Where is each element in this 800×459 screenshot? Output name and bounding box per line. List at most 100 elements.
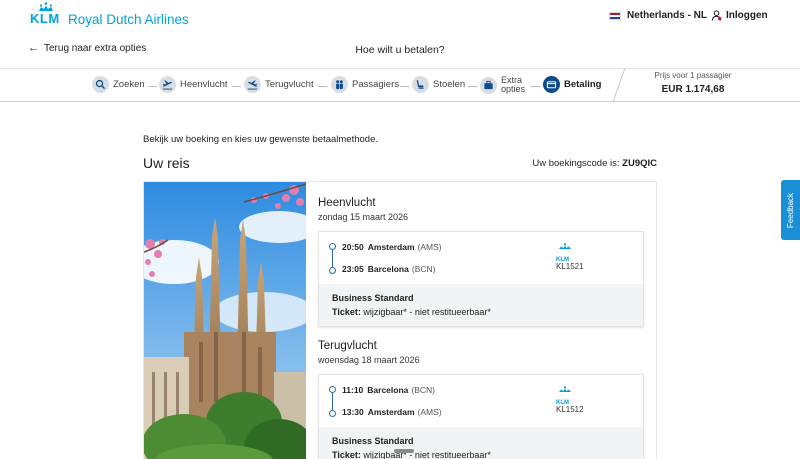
- arrival-leg: 23:05 Barcelona (BCN): [342, 264, 435, 274]
- step-extra-opties[interactable]: Extra opties: [480, 76, 525, 94]
- timeline-dot: [329, 267, 336, 274]
- passengers-icon: [331, 76, 348, 93]
- flight-date: zondag 15 maart 2026: [318, 212, 409, 222]
- flight-timeline: 20:50 Amsterdam (AMS) 23:05 Barcelona (BCN) …: [319, 232, 643, 284]
- arrival-city: Amsterdam: [367, 407, 415, 417]
- return-flight-section: Terugvlucht woensdag 18 maart 2026 11:10…: [318, 340, 644, 459]
- flight-number: KL1512: [556, 405, 584, 414]
- login-button[interactable]: Inloggen: [711, 10, 768, 21]
- flight-details-box[interactable]: 20:50 Amsterdam (AMS) 23:05 Barcelona (BCN) …: [318, 231, 644, 327]
- flight-date: woensdag 18 maart 2026: [318, 355, 420, 365]
- ticket-label: Ticket:: [332, 307, 361, 317]
- flight-section-title: Terugvlucht: [318, 340, 377, 352]
- scroll-handle[interactable]: [394, 449, 414, 453]
- klm-logo-mark: KLM: [28, 2, 64, 28]
- user-icon: [711, 10, 722, 21]
- klm-logo[interactable]: KLM: [28, 2, 64, 28]
- booking-code: Uw boekingscode is: ZU9QIC: [532, 158, 657, 169]
- step-label: Terugvlucht: [265, 79, 314, 90]
- price-summary: Prijs voor 1 passagier EUR 1.174,68: [628, 71, 758, 95]
- departure-code: (BCN): [411, 385, 435, 395]
- flight-timeline: 11:10 Barcelona (BCN) 13:30 Amsterdam (AMS) …: [319, 375, 643, 427]
- trip-title: Uw reis: [143, 155, 190, 171]
- step-separator: [148, 86, 157, 87]
- carrier-logo: KLM: [556, 385, 574, 406]
- ticket-conditions: Ticket: wijzigbaar* - niet restitueerbaa…: [332, 450, 630, 459]
- brand-name: Royal Dutch Airlines: [68, 12, 189, 27]
- ticket-conditions: Ticket: wijzigbaar* - niet restitueerbaa…: [332, 307, 630, 317]
- seat-icon: [412, 76, 429, 93]
- top-header: KLM Royal Dutch Airlines Netherlands - N…: [0, 0, 800, 68]
- arrival-city: Barcelona: [367, 264, 409, 274]
- price-label: Prijs voor 1 passagier: [654, 71, 732, 80]
- step-separator: [468, 86, 477, 87]
- feedback-tab[interactable]: Feedback: [781, 180, 800, 240]
- price-value: EUR 1.174,68: [661, 84, 725, 95]
- fare-info: Business Standard Ticket: wijzigbaar* - …: [319, 284, 643, 326]
- arrival-time: 23:05: [342, 264, 364, 274]
- fare-class: Business Standard: [332, 293, 414, 303]
- timeline-dot: [329, 243, 336, 250]
- step-passagiers[interactable]: Passagiers: [331, 76, 399, 93]
- search-icon: [92, 76, 109, 93]
- klm-logo-text: KLM: [30, 11, 60, 26]
- locale-selector[interactable]: Netherlands - NL: [609, 10, 707, 21]
- step-label: Betaling: [564, 79, 602, 90]
- arrival-code: (AMS): [417, 407, 442, 417]
- departure-city: Amsterdam: [367, 242, 415, 252]
- step-terugvlucht[interactable]: Terugvlucht: [244, 76, 314, 93]
- ticket-value: wijzigbaar* - niet restitueerbaar*: [363, 307, 491, 317]
- arrival-leg: 13:30 Amsterdam (AMS): [342, 407, 442, 417]
- timeline-dot: [329, 386, 336, 393]
- step-separator: [318, 86, 327, 87]
- step-label: Passagiers: [352, 79, 399, 90]
- flight-number: KL1521: [556, 262, 584, 271]
- flight-details-box[interactable]: 11:10 Barcelona (BCN) 13:30 Amsterdam (AMS) …: [318, 374, 644, 459]
- feedback-label: Feedback: [786, 192, 796, 228]
- arrival-code: (BCN): [411, 264, 436, 274]
- intro-text: Bekijk uw boeking en kies uw gewenste be…: [143, 134, 379, 145]
- destination-photo: [144, 182, 306, 459]
- price-divider: [612, 68, 626, 102]
- departure-code: (AMS): [417, 242, 442, 252]
- step-separator: [531, 86, 540, 87]
- booking-code-value: ZU9QIC: [622, 158, 657, 169]
- step-label-line2: opties: [501, 84, 526, 94]
- step-zoeken[interactable]: Zoeken: [92, 76, 145, 93]
- fare-info: Business Standard Ticket: wijzigbaar* - …: [319, 427, 643, 459]
- arrival-time: 13:30: [342, 407, 364, 417]
- step-stoelen[interactable]: Stoelen: [412, 76, 465, 93]
- netherlands-flag-icon: [609, 11, 621, 20]
- klm-crown-icon: [559, 243, 571, 249]
- step-label: Heenvlucht: [180, 79, 228, 90]
- plane-departure-icon: [159, 76, 176, 93]
- ticket-label: Ticket:: [332, 450, 361, 459]
- page-title: Hoe wilt u betalen?: [355, 44, 445, 56]
- step-label: Stoelen: [433, 79, 466, 90]
- step-label: Zoeken: [113, 79, 145, 90]
- departure-city: Barcelona: [367, 385, 409, 395]
- step-betaling[interactable]: Betaling: [543, 76, 601, 93]
- departure-time: 11:10: [342, 385, 364, 395]
- step-heenvlucht[interactable]: Heenvlucht: [159, 76, 228, 93]
- step-separator: [232, 86, 241, 87]
- klm-crown-icon: [559, 386, 571, 392]
- departure-time: 20:50: [342, 242, 364, 252]
- booking-code-label: Uw boekingscode is:: [532, 158, 620, 169]
- flight-section-title: Heenvlucht: [318, 197, 376, 209]
- carrier-logo: KLM: [556, 242, 574, 263]
- ticket-value: wijzigbaar* - niet restitueerbaar*: [363, 450, 491, 459]
- step-label: Extra opties: [501, 76, 525, 94]
- step-separator: [400, 86, 409, 87]
- trip-card: Heenvlucht zondag 15 maart 2026 20:50 Ams…: [143, 181, 657, 459]
- login-label: Inloggen: [726, 10, 768, 21]
- locale-label: Netherlands - NL: [627, 10, 708, 21]
- departure-leg: 11:10 Barcelona (BCN): [342, 385, 435, 395]
- timeline-dot: [329, 410, 336, 417]
- fare-class: Business Standard: [332, 436, 414, 446]
- briefcase-icon: [480, 76, 497, 94]
- plane-arrival-icon: [244, 76, 261, 93]
- payment-card-icon: [543, 76, 560, 93]
- main-content: Bekijk uw boeking en kies uw gewenste be…: [0, 102, 800, 459]
- departure-leg: 20:50 Amsterdam (AMS): [342, 242, 442, 252]
